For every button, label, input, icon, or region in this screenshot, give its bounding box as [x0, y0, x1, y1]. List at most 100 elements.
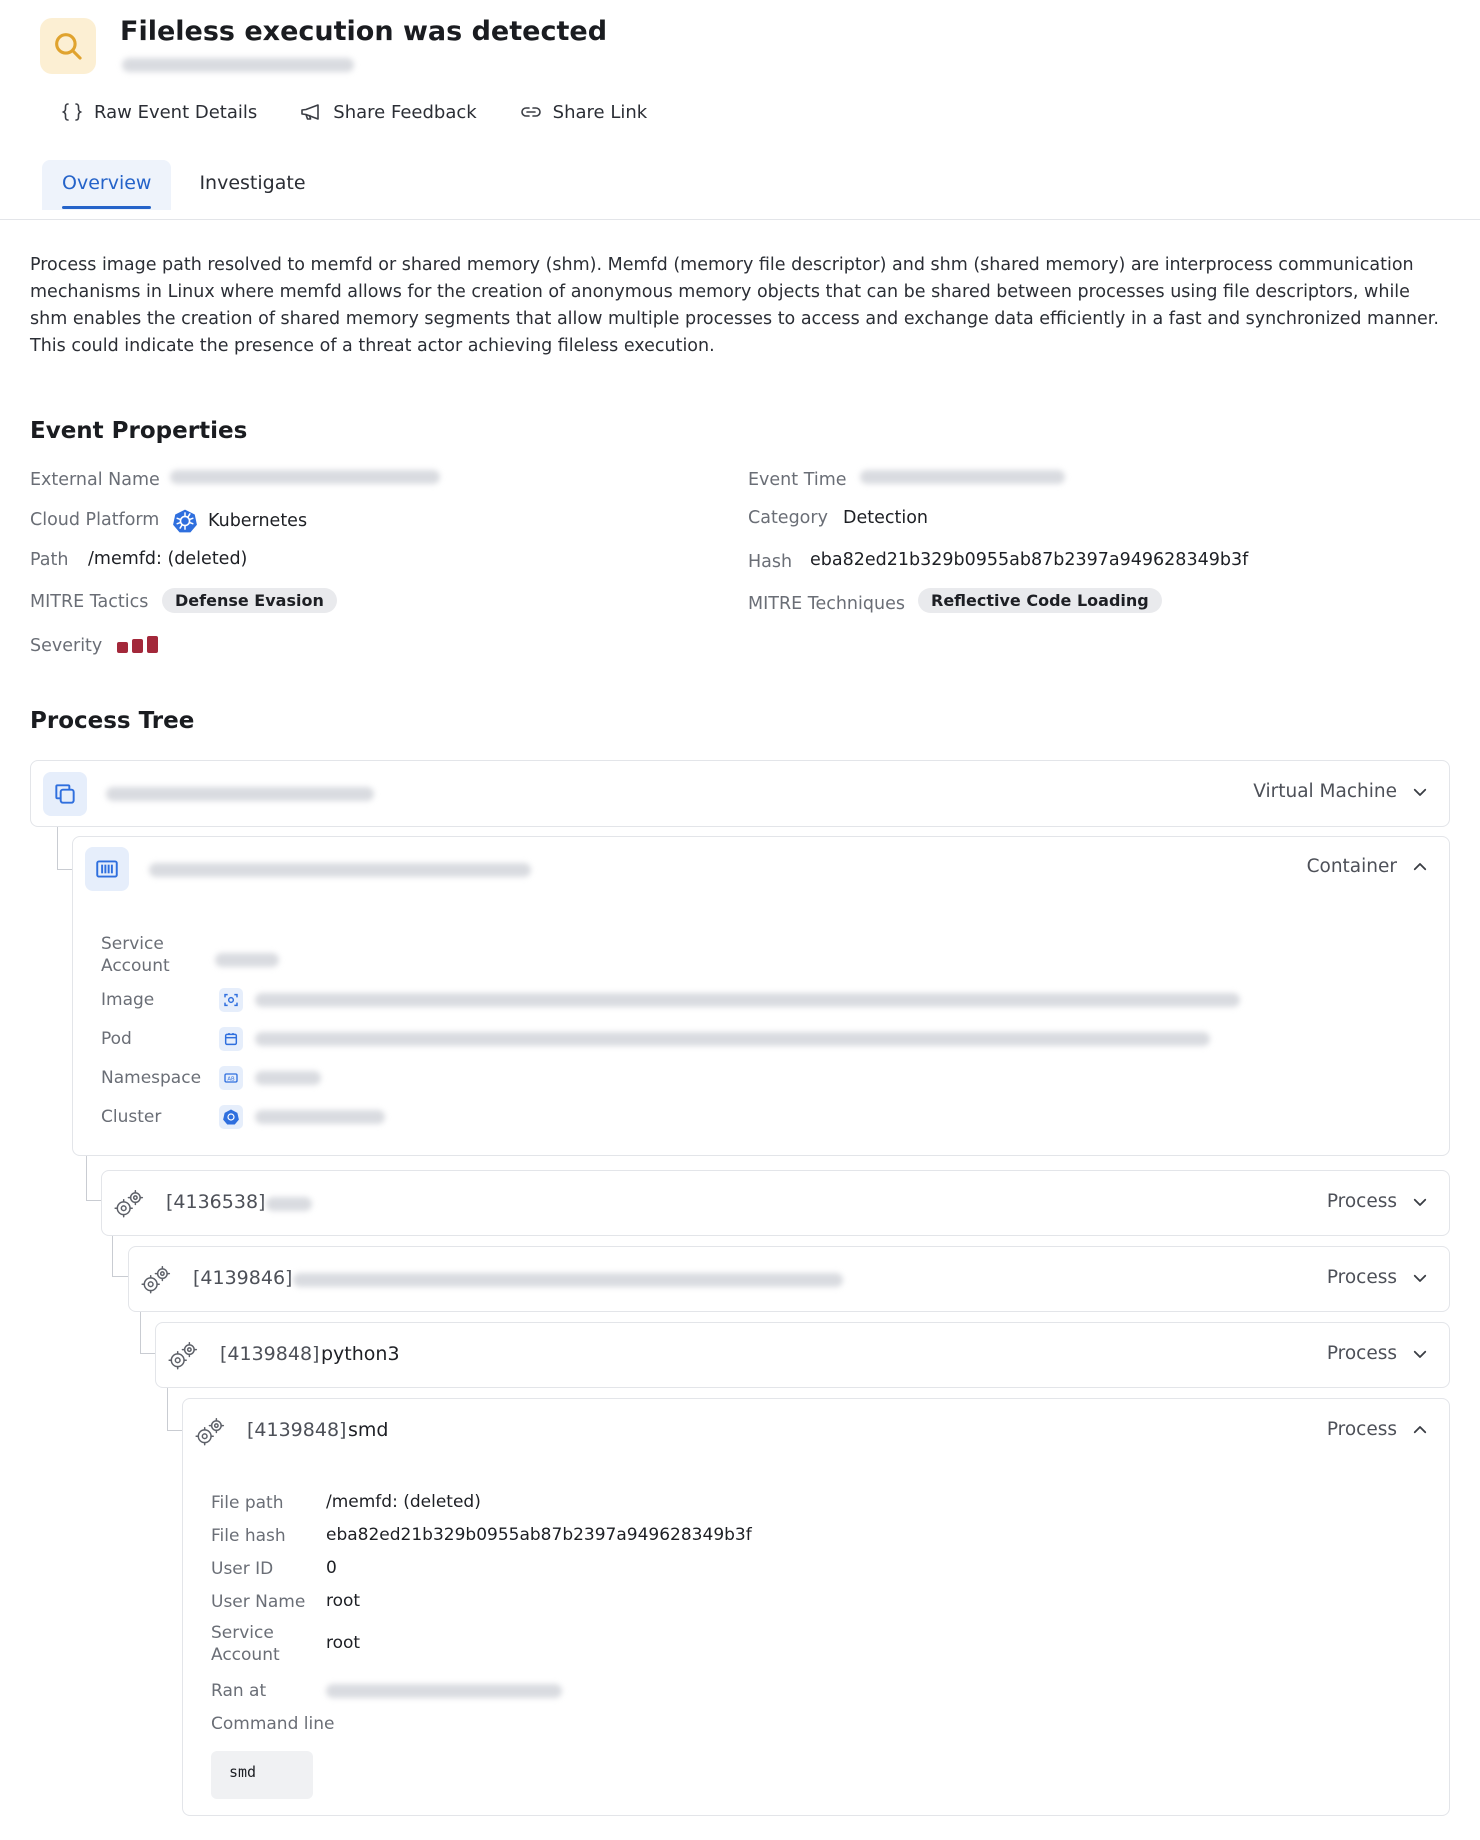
- share-feedback-button[interactable]: Share Feedback: [299, 100, 477, 124]
- raw-event-details-label: Raw Event Details: [94, 101, 258, 123]
- pod-icon-box: [219, 1027, 243, 1051]
- mitre-tactics-label: MITRE Tactics: [30, 592, 149, 612]
- raw-event-details-button[interactable]: Raw Event Details: [60, 100, 257, 124]
- link-icon: [520, 107, 541, 117]
- cloud-platform-label: Cloud Platform: [30, 510, 160, 530]
- external-name-redacted: [170, 470, 440, 484]
- service-account-value: root: [326, 1633, 361, 1653]
- service-account-label: Service Account: [211, 1623, 280, 1665]
- chevron-down-icon: [1413, 788, 1427, 796]
- path-value: /memfd: (deleted): [88, 549, 248, 569]
- mitre-techniques-pill[interactable]: Reflective Code Loading: [918, 588, 1162, 613]
- braces-icon: [61, 103, 83, 121]
- container-service-account-label: Service Account: [101, 934, 170, 976]
- container-pod-label: Pod: [101, 1029, 132, 1049]
- cloud-platform-text: Kubernetes: [208, 511, 308, 531]
- tree-connector: [112, 1230, 128, 1277]
- pod-icon: [224, 1033, 238, 1046]
- file-hash-value: eba82ed21b329b0955ab87b2397a949628349b3f: [326, 1525, 752, 1545]
- tree-node-process[interactable]: [4139848] python3 Process: [155, 1322, 1450, 1388]
- tree-connector: [140, 1306, 156, 1354]
- process-name-redacted: [293, 1273, 843, 1287]
- mitre-techniques-label: MITRE Techniques: [748, 594, 905, 614]
- process-name: smd: [348, 1419, 389, 1441]
- chevron-down-icon: [1413, 1274, 1427, 1282]
- page-title: Fileless execution was detected: [120, 16, 608, 47]
- severity-label: Severity: [30, 636, 103, 656]
- tab-bar: Overview Investigate: [42, 160, 326, 210]
- container-pod-redacted: [255, 1032, 1210, 1046]
- vm-type-label: Virtual Machine: [1253, 781, 1397, 802]
- tree-connector: [167, 1383, 183, 1431]
- container-icon-box: [85, 847, 129, 891]
- detection-description: Process image path resolved to memfd or …: [30, 255, 1439, 356]
- tree-node-virtual-machine[interactable]: Virtual Machine: [30, 760, 1450, 827]
- tree-node-process[interactable]: [4136538] Process: [101, 1170, 1450, 1236]
- process-type-toggle[interactable]: Process: [1327, 1343, 1429, 1364]
- cloud-platform-value: Kubernetes: [172, 508, 307, 534]
- container-image-redacted: [255, 993, 1240, 1007]
- process-type-label: Process: [1326, 1419, 1397, 1440]
- process-type-toggle[interactable]: Process: [1327, 1419, 1429, 1440]
- container-image-label: Image: [101, 990, 155, 1010]
- command-line-code: smd: [211, 1751, 313, 1799]
- process-type-toggle[interactable]: Process: [1327, 1267, 1429, 1288]
- path-label: Path: [30, 550, 69, 570]
- severity-bar-1: [117, 642, 128, 653]
- file-path-value: /memfd: (deleted): [326, 1492, 481, 1512]
- vm-type-toggle[interactable]: Virtual Machine: [1253, 781, 1429, 802]
- tab-overview[interactable]: Overview: [42, 160, 172, 210]
- command-line-label: Command line: [211, 1714, 335, 1734]
- container-type-toggle[interactable]: Container: [1307, 856, 1429, 877]
- kubernetes-icon: [223, 1109, 239, 1125]
- process-name-redacted: [266, 1197, 312, 1211]
- gears-icon: [195, 1417, 225, 1446]
- event-time-label: Event Time: [748, 470, 847, 490]
- ran-at-redacted: [326, 1684, 562, 1698]
- chevron-down-icon: [1413, 1350, 1427, 1358]
- process-type-toggle[interactable]: Process: [1327, 1191, 1429, 1212]
- share-link-button[interactable]: Share Link: [519, 100, 647, 124]
- search-icon: [55, 33, 82, 60]
- gears-icon: [114, 1189, 144, 1218]
- tree-node-container: Container Service Account Image Pod Name…: [72, 836, 1450, 1156]
- file-hash-label: File hash: [211, 1526, 286, 1546]
- severity-indicator: [117, 636, 158, 653]
- tab-investigate[interactable]: Investigate: [179, 160, 325, 210]
- image-icon-box: [219, 988, 243, 1012]
- tree-node-process[interactable]: [4139846] Process: [128, 1246, 1450, 1312]
- container-cluster-redacted: [255, 1110, 385, 1124]
- severity-bar-3: [147, 636, 158, 653]
- container-icon: [96, 860, 118, 878]
- tabs-divider: [0, 219, 1480, 220]
- process-pid: [4139846]: [193, 1267, 293, 1289]
- vm-name-redacted: [106, 787, 374, 801]
- image-scan-icon: [224, 993, 238, 1007]
- chevron-down-icon: [1413, 1198, 1427, 1206]
- process-pid: [4139848]: [247, 1419, 347, 1441]
- process-type-label: Process: [1326, 1343, 1397, 1364]
- user-id-label: User ID: [211, 1559, 274, 1579]
- process-tree-title: Process Tree: [30, 708, 195, 734]
- cluster-icon-box: [219, 1105, 243, 1129]
- tree-connector: [86, 1155, 102, 1201]
- process-pid: [4139848]: [220, 1343, 320, 1365]
- process-type-label: Process: [1326, 1267, 1397, 1288]
- action-bar: Raw Event Details Share Feedback Share L…: [60, 100, 647, 124]
- container-service-account-redacted: [215, 953, 279, 967]
- container-cluster-label: Cluster: [101, 1107, 162, 1127]
- file-path-label: File path: [211, 1493, 284, 1513]
- mitre-tactics-pill[interactable]: Defense Evasion: [162, 588, 337, 613]
- container-namespace-label: Namespace: [101, 1068, 202, 1088]
- category-label: Category: [748, 508, 828, 528]
- container-type-label: Container: [1306, 856, 1397, 877]
- share-feedback-label: Share Feedback: [333, 101, 477, 123]
- category-value: Detection: [843, 508, 929, 528]
- process-name: python3: [321, 1343, 400, 1365]
- chevron-up-icon: [1413, 1425, 1427, 1433]
- external-name-label: External Name: [30, 470, 160, 490]
- megaphone-icon: [301, 104, 320, 120]
- event-properties-title: Event Properties: [30, 418, 248, 444]
- user-name-value: root: [326, 1591, 361, 1611]
- hash-label: Hash: [748, 552, 793, 572]
